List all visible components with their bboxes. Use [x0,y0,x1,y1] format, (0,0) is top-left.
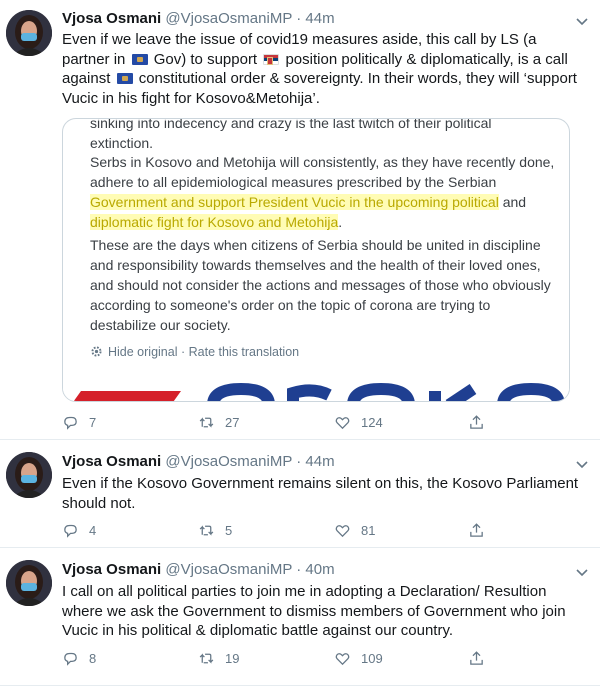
highlighted-text: diplomatic fight for Kosovo and Metohija [90,214,339,230]
kosovo-flag-icon [116,73,133,84]
share-icon [470,651,483,665]
separator: · [180,345,186,359]
like-button[interactable]: 124 [334,414,383,431]
author-handle[interactable]: @VjosaOsmaniMP [165,453,292,470]
retweet-icon [199,653,214,664]
quoted-text: and [498,194,527,210]
tweet-actions: 4 5 81 [62,522,485,542]
quoted-text: Serbs in Kosovo and Metohija will consis… [90,154,555,190]
share-button[interactable] [468,414,485,431]
avatar[interactable] [6,10,52,56]
author-name[interactable]: Vjosa Osmani [62,561,161,578]
tweet-header: Vjosa Osmani @VjosaOsmaniMP · 40m [62,561,335,578]
quoted-line: sinking into indecency and crazy is the … [90,118,492,131]
retweet-count: 19 [225,651,240,666]
chevron-down-icon[interactable] [574,564,590,580]
retweet-count: 5 [225,523,233,538]
reply-count: 7 [89,415,97,430]
avatar-image [6,10,52,56]
like-count: 109 [361,651,383,666]
like-button[interactable]: 81 [334,522,375,539]
reply-button[interactable]: 4 [62,522,96,539]
gear-icon[interactable] [90,345,103,358]
chevron-down-icon[interactable] [574,13,590,29]
reply-icon [64,652,77,666]
quoted-line: extinction. [90,135,154,151]
tweet-header: Vjosa Osmani @VjosaOsmaniMP · 44m [62,453,335,470]
reply-button[interactable]: 7 [62,414,96,431]
retweet-icon [199,525,214,536]
quoted-text: . [338,214,343,230]
kosovo-flag-icon [131,53,148,65]
avatar[interactable] [6,452,52,498]
tweet-2[interactable]: Vjosa Osmani @VjosaOsmaniMP · 44m Even i… [0,440,600,548]
heart-icon [335,417,350,430]
retweet-button[interactable]: 27 [198,414,239,431]
share-button[interactable] [468,650,485,667]
retweet-button[interactable]: 19 [198,650,239,667]
like-count: 81 [361,523,376,538]
quoted-paragraph-2: Serbs in Kosovo and Metohija will consis… [90,152,560,232]
avatar-image [6,560,52,606]
tweet-actions: 8 19 109 [62,650,485,670]
heart-icon [335,653,350,666]
share-icon [470,523,483,537]
quoted-media-image[interactable] [63,373,570,402]
quoted-tweet-card[interactable]: sinking into indecency and crazy is the … [62,118,570,402]
reply-count: 8 [89,651,97,666]
tweet-header: Vjosa Osmani @VjosaOsmaniMP · 44m [62,10,335,27]
tweet-time[interactable]: 44m [305,10,334,27]
translation-bar: Hide original · Rate this translation [90,345,299,359]
tweet-3[interactable]: Vjosa Osmani @VjosaOsmaniMP · 40m I call… [0,548,600,686]
retweet-icon [199,417,214,428]
hide-original-link[interactable]: Hide original [108,345,177,359]
tweet-text: Even if we leave the issue of covid19 me… [62,30,584,108]
like-count: 124 [361,415,383,430]
tweet-actions: 7 27 124 [62,414,485,434]
author-handle[interactable]: @VjosaOsmaniMP [165,10,292,27]
quoted-paragraph-3: These are the days when citizens of Serb… [90,237,551,333]
tweet-text: Even if the Kosovo Government remains si… [62,475,579,512]
tweet-text-part: constitutional order & sovereignty. In t… [62,70,577,107]
reply-count: 4 [89,523,97,538]
tweet-text: I call on all political parties to join … [62,583,566,639]
tweet-time[interactable]: 44m [305,453,334,470]
tweet-1[interactable]: Vjosa Osmani @VjosaOsmaniMP · 44m Even i… [0,0,600,440]
like-button[interactable]: 109 [334,650,383,667]
share-button[interactable] [468,522,485,539]
chevron-down-icon[interactable] [574,456,590,472]
heart-icon [335,525,350,538]
author-handle[interactable]: @VjosaOsmaniMP [165,561,292,578]
share-icon [470,415,483,429]
highlighted-text: Government and support President Vucic i… [90,194,499,210]
reply-icon [64,524,77,538]
author-name[interactable]: Vjosa Osmani [62,10,161,27]
rate-translation-link[interactable]: Rate this translation [189,345,299,359]
tweet-time[interactable]: 40m [305,561,334,578]
retweet-count: 27 [225,415,240,430]
retweet-button[interactable]: 5 [198,522,232,539]
reply-button[interactable]: 8 [62,650,96,667]
author-name[interactable]: Vjosa Osmani [62,453,161,470]
reply-icon [64,416,77,430]
tweet-text-part: Gov) to support [153,50,258,68]
avatar[interactable] [6,560,52,606]
avatar-image [6,452,52,498]
serbia-flag-icon [263,53,280,65]
